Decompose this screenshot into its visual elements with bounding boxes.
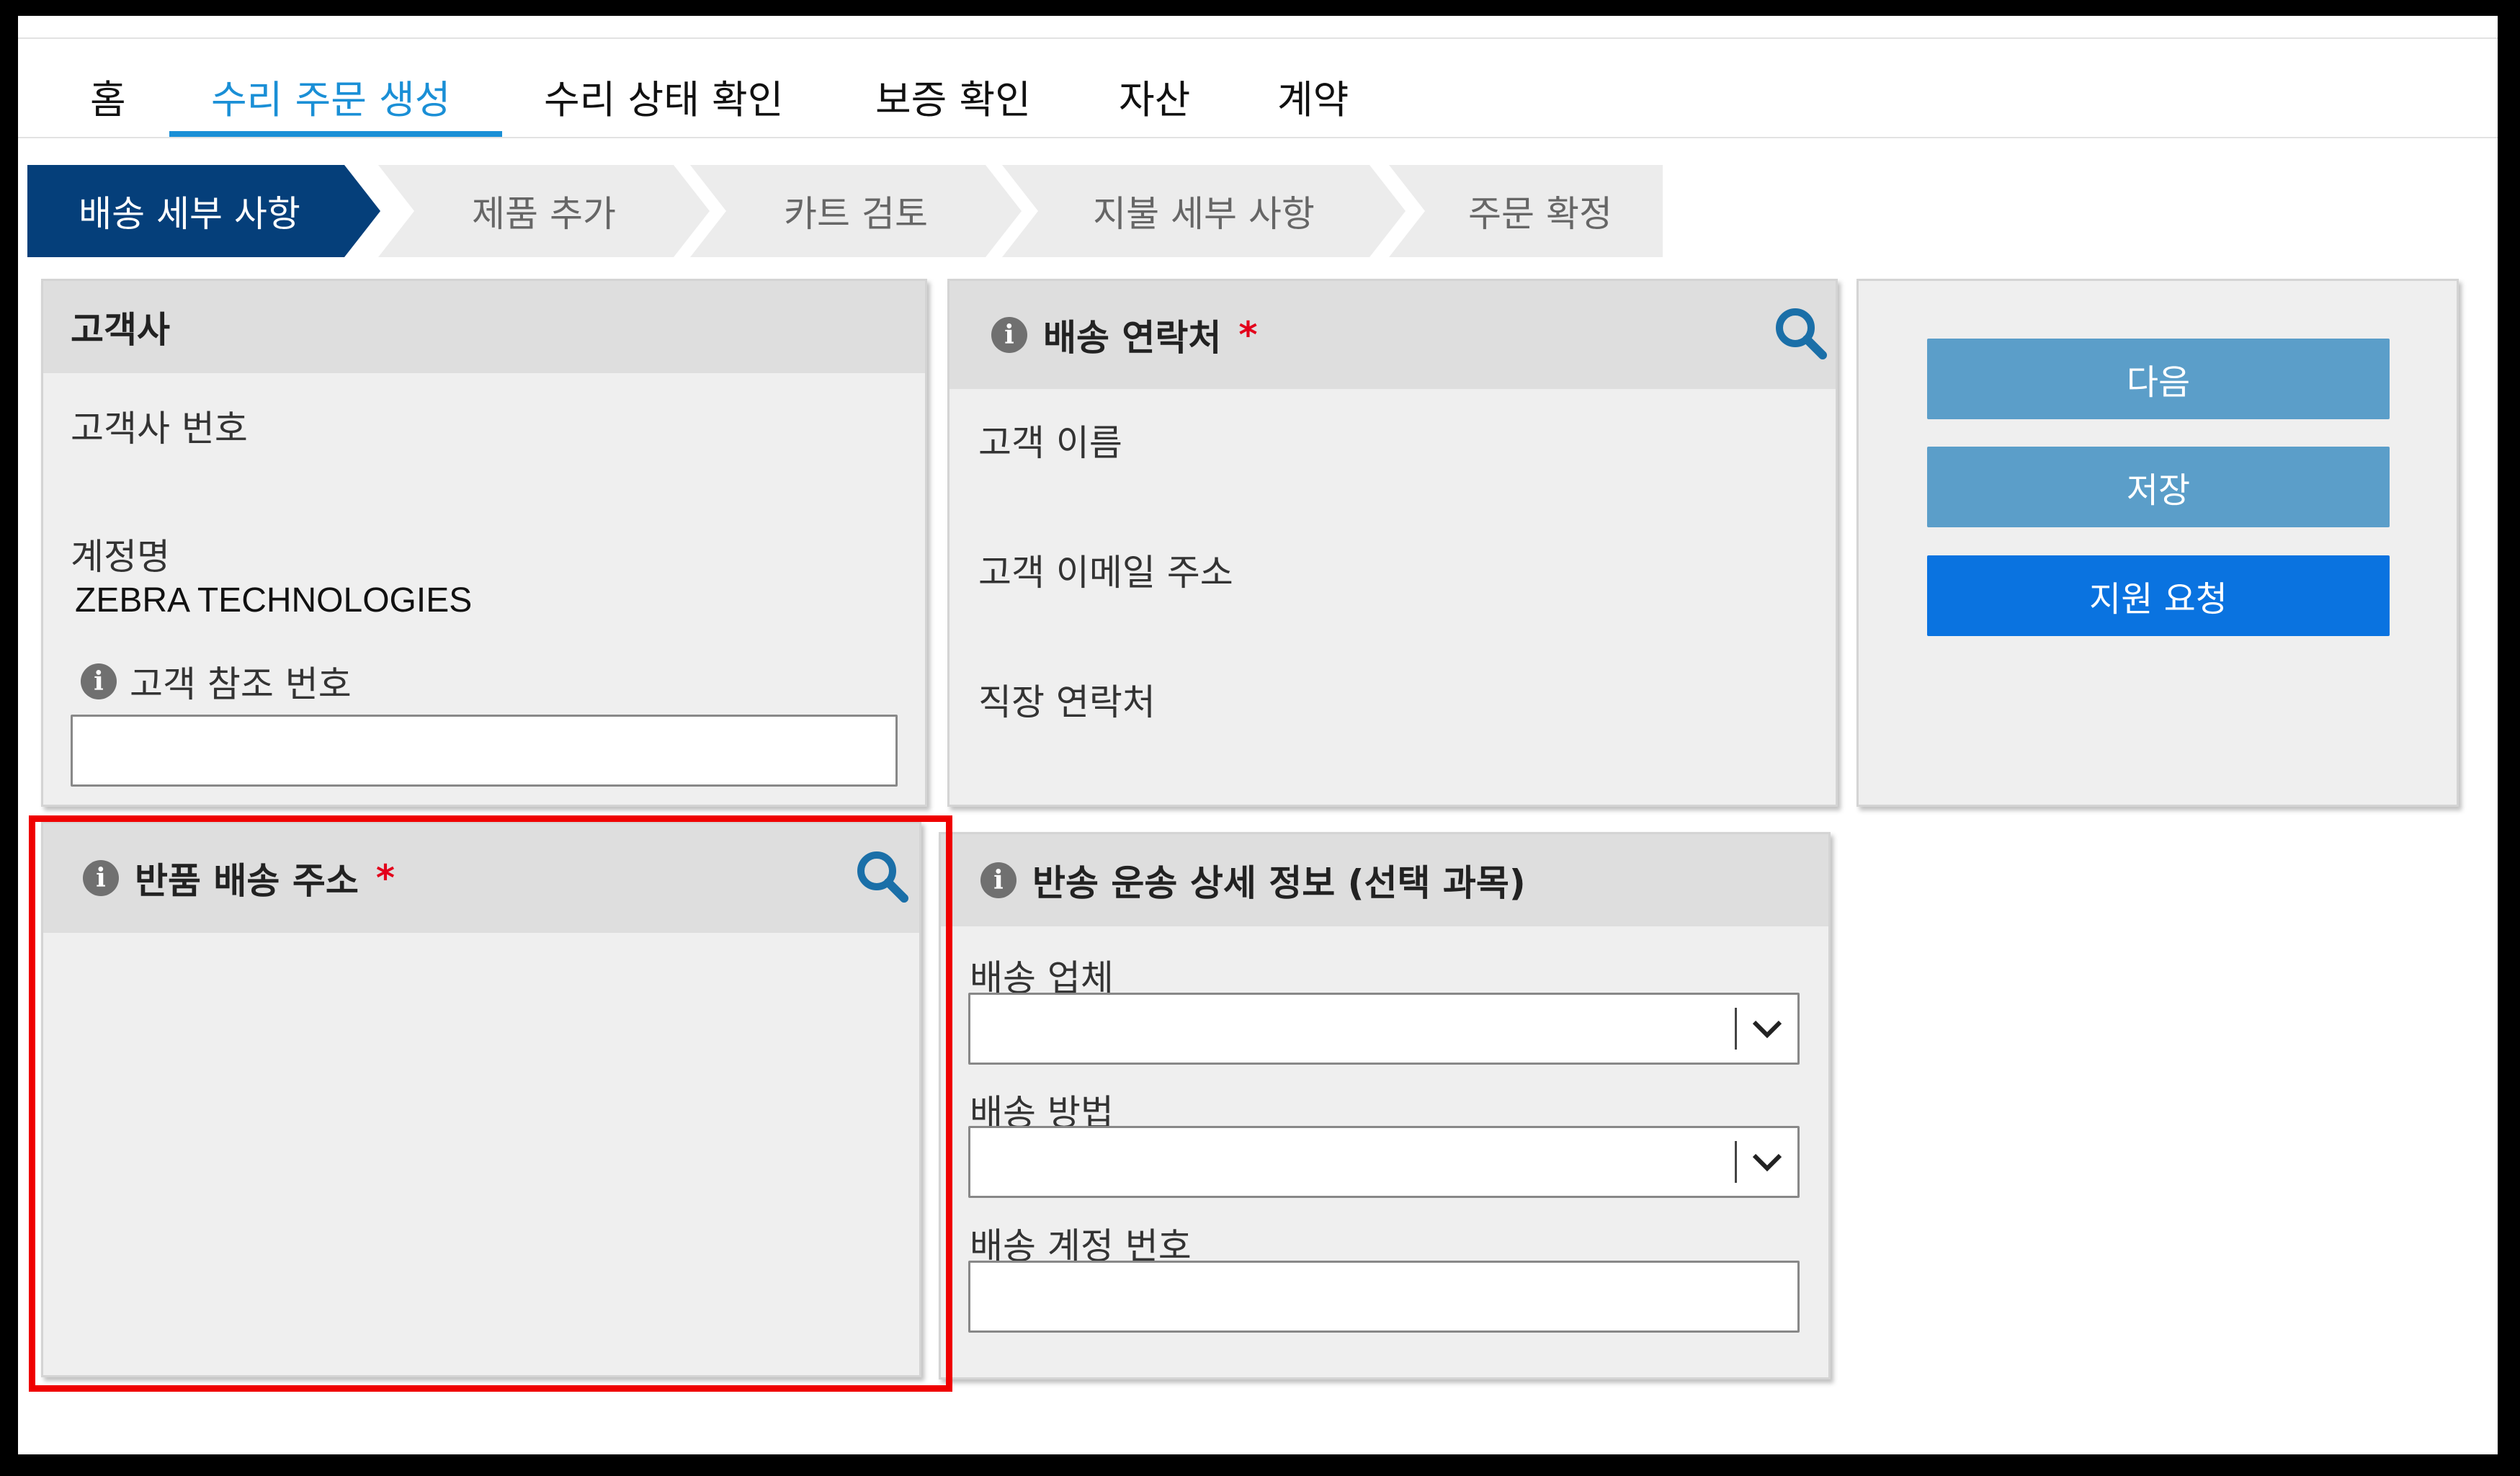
work-phone-label: 직장 연락처: [978, 681, 1156, 723]
info-icon: i: [81, 663, 117, 699]
shipping-account-input[interactable]: [968, 1261, 1800, 1333]
nav-contracts[interactable]: 계약: [1277, 68, 1349, 125]
account-name-label: 계정명: [71, 536, 170, 578]
nav-assets[interactable]: 자산: [1119, 68, 1190, 125]
customer-panel-title: 고객사: [71, 309, 170, 351]
return-shipping-header: i 반송 운송 상세 정보 (선택 과목): [941, 834, 1828, 926]
return-address-panel: i 반품 배송 주소 *: [41, 821, 921, 1377]
step-review-cart[interactable]: 카트 검토: [690, 165, 1022, 257]
shipping-contact-panel: i 배송 연락처 * 고객 이름 고객 이메일 주소 직장 연락처: [947, 279, 1838, 807]
customer-name-label: 고객 이름: [978, 422, 1122, 464]
step-shipping-details[interactable]: 배송 세부 사항: [27, 165, 380, 257]
required-mark: *: [375, 857, 395, 899]
return-shipping-title: 반송 운송 상세 정보 (선택 과목): [1032, 862, 1526, 904]
nav-warranty-check[interactable]: 보증 확인: [875, 68, 1031, 125]
info-icon: i: [991, 317, 1027, 353]
step-label: 배송 세부 사항: [79, 193, 300, 235]
step-label: 제품 추가: [472, 193, 616, 235]
chevron-down-icon[interactable]: [1737, 995, 1797, 1063]
nav-home[interactable]: 홈: [90, 68, 126, 125]
customer-email-label: 고객 이메일 주소: [978, 552, 1233, 594]
nav-create-repair-order[interactable]: 수리 주문 생성: [211, 68, 450, 125]
return-address-title: 반품 배송 주소: [135, 860, 359, 902]
top-nav: 홈 수리 주문 생성 수리 상태 확인 보증 확인 자산 계약: [18, 37, 2498, 138]
nav-active-indicator: [169, 131, 502, 137]
carrier-select[interactable]: [968, 993, 1800, 1065]
customer-reference-input[interactable]: [71, 715, 898, 787]
nav-repair-status[interactable]: 수리 상태 확인: [544, 68, 783, 125]
progress-steps: 배송 세부 사항 제품 추가 카트 검토 지불 세부 사항 주문 확정: [27, 165, 1684, 257]
account-name-value: ZEBRA TECHNOLOGIES: [75, 581, 473, 620]
return-shipping-details-panel: i 반송 운송 상세 정보 (선택 과목) 배송 업체 배송 방법 배송 계정 …: [939, 832, 1831, 1379]
step-label: 카트 검토: [784, 193, 928, 235]
shipping-method-select[interactable]: [968, 1126, 1800, 1198]
customer-panel: 고객사 고객사 번호 계정명 ZEBRA TECHNOLOGIES i 고객 참…: [41, 279, 927, 807]
search-icon[interactable]: [1772, 305, 1830, 362]
step-label: 주문 확정: [1468, 193, 1612, 235]
step-confirm-order[interactable]: 주문 확정: [1389, 165, 1663, 257]
info-icon: i: [83, 860, 119, 896]
step-label: 지불 세부 사항: [1093, 193, 1315, 235]
shipping-contact-title: 배송 연락처: [1043, 317, 1222, 359]
return-address-header: i 반품 배송 주소 *: [43, 823, 919, 933]
customer-number-label: 고객사 번호: [71, 408, 248, 449]
shipping-contact-header: i 배송 연락처 *: [950, 281, 1836, 389]
required-mark: *: [1238, 314, 1258, 356]
step-payment-details[interactable]: 지불 세부 사항: [1002, 165, 1406, 257]
customer-panel-header: 고객사: [43, 281, 925, 373]
save-button[interactable]: 저장: [1927, 447, 2390, 527]
info-icon: i: [980, 862, 1017, 898]
reference-label: 고객 참조 번호: [130, 663, 352, 705]
step-add-products[interactable]: 제품 추가: [378, 165, 710, 257]
chevron-down-icon[interactable]: [1737, 1128, 1797, 1196]
app-frame: 홈 수리 주문 생성 수리 상태 확인 보증 확인 자산 계약 배송 세부 사항…: [18, 16, 2498, 1454]
reference-label-row: i 고객 참조 번호: [81, 656, 352, 707]
next-button[interactable]: 다음: [1927, 339, 2390, 419]
search-icon[interactable]: [854, 848, 911, 905]
support-request-button[interactable]: 지원 요청: [1927, 555, 2390, 636]
actions-panel: 다음 저장 지원 요청: [1857, 279, 2459, 807]
